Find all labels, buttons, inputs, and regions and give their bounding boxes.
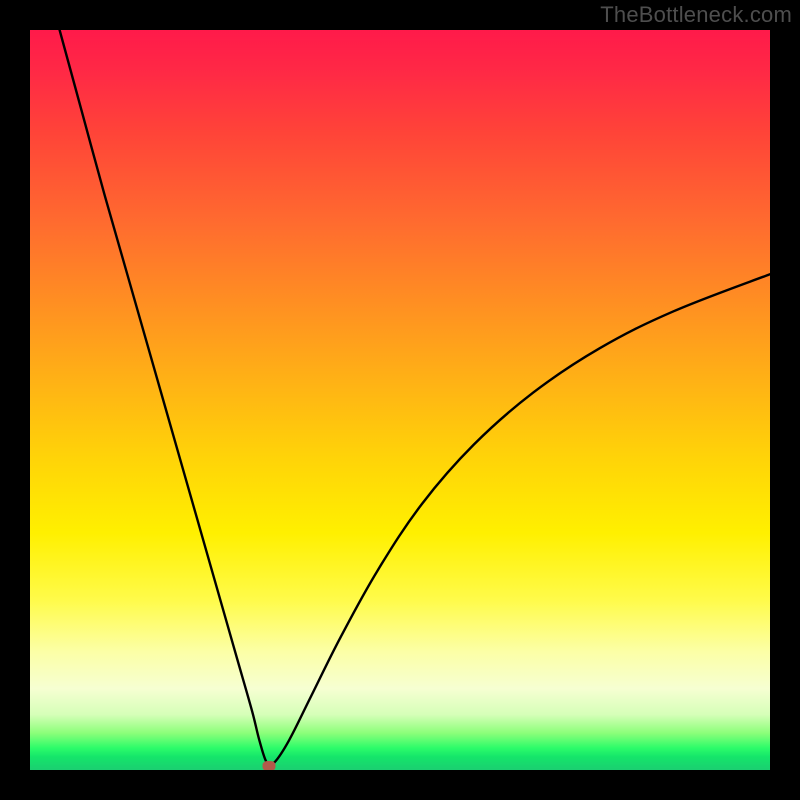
bottleneck-curve <box>60 30 770 766</box>
chart-frame: TheBottleneck.com <box>0 0 800 800</box>
curve-layer <box>30 30 770 770</box>
plot-area <box>30 30 770 770</box>
optimum-marker <box>263 761 276 770</box>
watermark-label: TheBottleneck.com <box>600 2 792 28</box>
